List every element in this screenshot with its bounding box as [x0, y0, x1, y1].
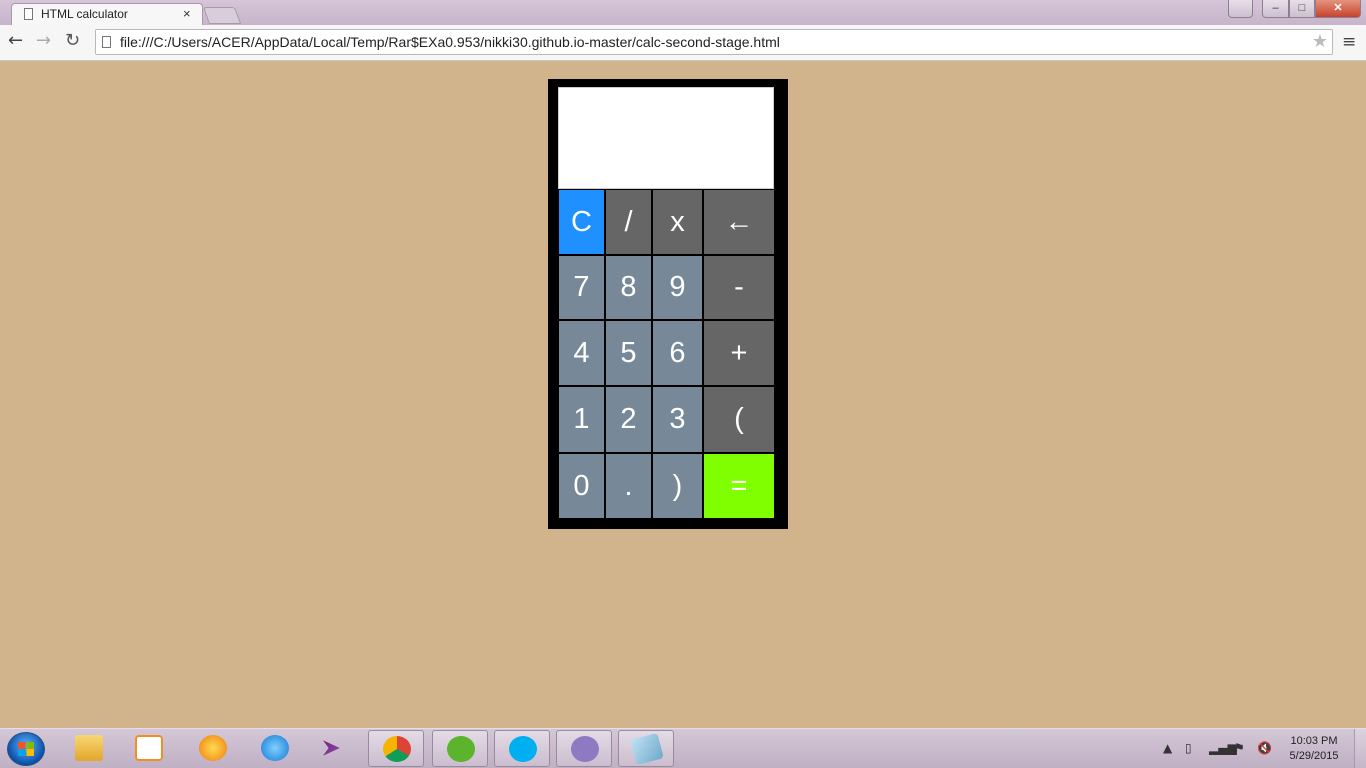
close-window-button[interactable]: ✕ [1315, 0, 1361, 18]
key-4-button[interactable]: 7 [558, 255, 605, 320]
chrome-icon [383, 736, 411, 762]
calculator: C / x ← 7 8 9- 4 5 6 +1 2 3(0.) = [548, 79, 788, 529]
github-icon [571, 736, 599, 762]
chrome-menu-icon[interactable]: ≡ [1342, 32, 1356, 52]
start-button[interactable] [7, 732, 45, 766]
browser-tab[interactable]: HTML calculator × [11, 3, 203, 25]
key-16-button[interactable]: 0 [558, 453, 605, 519]
taskbar-media-player[interactable] [121, 730, 177, 767]
browser-toolbar: ← → ↻ file:///C:/Users/ACER/AppData/Loca… [0, 25, 1366, 61]
taskbar-ie[interactable] [247, 730, 303, 767]
key-7-button[interactable]: - [703, 255, 775, 320]
skype-icon [509, 736, 537, 762]
taskbar-chrome[interactable] [368, 730, 424, 767]
taskbar-firefox[interactable] [185, 730, 241, 767]
key-19-button[interactable]: = [703, 453, 775, 519]
taskbar-utorrent[interactable] [432, 730, 488, 767]
show-hidden-icons-icon[interactable]: ▲ [1163, 741, 1172, 755]
address-bar[interactable]: file:///C:/Users/ACER/AppData/Local/Temp… [95, 29, 1333, 55]
calculator-display [558, 87, 774, 189]
maximize-button[interactable]: □ [1289, 0, 1315, 18]
minimize-button[interactable]: – [1262, 0, 1289, 18]
key-18-button[interactable]: ) [652, 453, 703, 519]
key-10-button[interactable]: 6 [652, 320, 703, 386]
key-3-button[interactable]: ← [703, 189, 775, 255]
url-text[interactable]: file:///C:/Users/ACER/AppData/Local/Temp… [120, 34, 780, 50]
taskbar-visual-studio[interactable] [309, 730, 365, 767]
taskbar: ▲ ▯ ▂▄▆ ⚑ 🔇 10:03 PM 5/29/2015 [0, 728, 1366, 768]
show-desktop-button[interactable] [1354, 729, 1366, 768]
tab-close-icon[interactable]: × [183, 6, 191, 21]
taskbar-github[interactable] [556, 730, 612, 767]
windows-logo-lower [18, 749, 34, 756]
key-9-button[interactable]: 5 [605, 320, 652, 386]
reload-icon[interactable]: ↻ [65, 30, 80, 51]
tab-title: HTML calculator [41, 7, 128, 21]
key-15-button[interactable]: ( [703, 386, 775, 453]
user-profile-button[interactable] [1228, 0, 1253, 18]
key-17-button[interactable]: . [605, 453, 652, 519]
key-11-button[interactable]: + [703, 320, 775, 386]
system-clock[interactable]: 10:03 PM 5/29/2015 [1282, 734, 1346, 764]
new-tab-button[interactable] [202, 7, 242, 24]
media-player-icon [135, 735, 163, 761]
key-5-button[interactable]: 8 [605, 255, 652, 320]
network-icon[interactable]: ▂▄▆ [1209, 741, 1237, 755]
key-8-button[interactable]: 4 [558, 320, 605, 386]
taskbar-skype[interactable] [494, 730, 550, 767]
key-14-button[interactable]: 3 [652, 386, 703, 453]
power-icon[interactable]: ▯ [1185, 741, 1192, 755]
notepad-icon [630, 732, 664, 766]
file-icon [102, 36, 111, 48]
key-0-button[interactable]: C [558, 189, 605, 255]
forward-icon[interactable]: → [36, 30, 51, 51]
bookmark-star-icon[interactable]: ★ [1312, 31, 1328, 52]
key-1-button[interactable]: / [605, 189, 652, 255]
clock-date: 5/29/2015 [1289, 750, 1339, 762]
key-13-button[interactable]: 2 [605, 386, 652, 453]
taskbar-explorer[interactable] [61, 730, 117, 767]
action-center-flag-icon[interactable]: ⚑ [1234, 741, 1245, 755]
key-12-button[interactable]: 1 [558, 386, 605, 453]
window-titlebar: HTML calculator × – □ ✕ [0, 0, 1366, 25]
firefox-icon [199, 735, 227, 761]
clock-time: 10:03 PM [1290, 735, 1338, 747]
page-icon [24, 8, 33, 20]
utorrent-icon [447, 736, 475, 762]
visual-studio-icon [323, 740, 340, 756]
taskbar-notepad[interactable] [618, 730, 674, 767]
back-icon[interactable]: ← [8, 30, 23, 51]
volume-muted-icon[interactable]: 🔇 [1257, 741, 1272, 755]
key-6-button[interactable]: 9 [652, 255, 703, 320]
internet-explorer-icon [261, 735, 289, 761]
windows-explorer-icon [75, 735, 103, 761]
key-2-button[interactable]: x [652, 189, 703, 255]
